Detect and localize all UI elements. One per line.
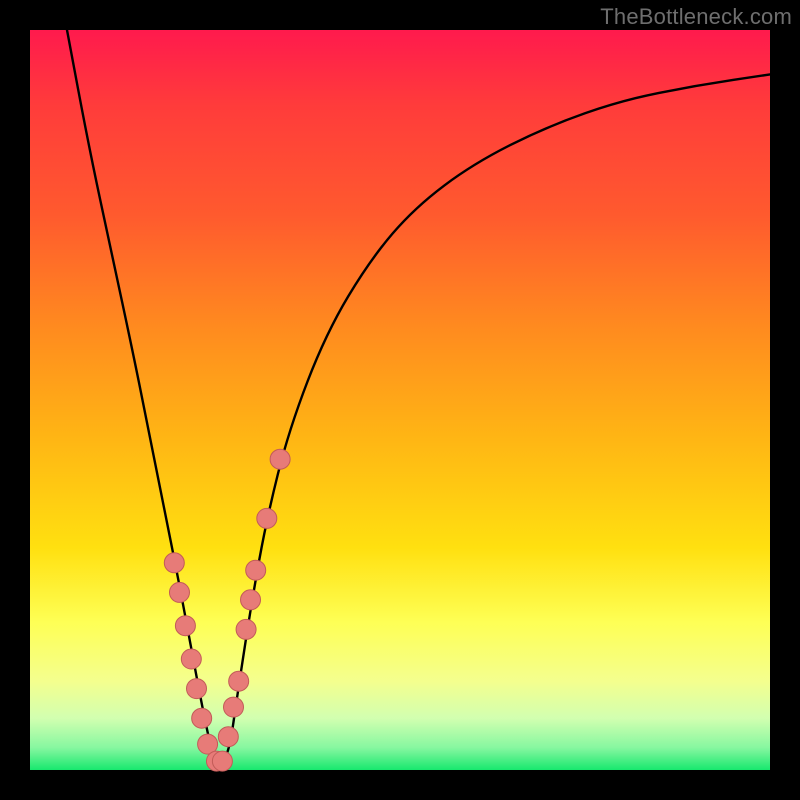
highlight-dot [236, 619, 256, 639]
highlight-dot [246, 560, 266, 580]
highlight-dot [181, 649, 201, 669]
watermark-text: TheBottleneck.com [600, 4, 792, 30]
highlight-dot [229, 671, 249, 691]
highlight-dot [175, 616, 195, 636]
highlight-dot [164, 553, 184, 573]
plot-area [30, 30, 770, 770]
highlight-dot [224, 697, 244, 717]
chart-frame: TheBottleneck.com [0, 0, 800, 800]
highlight-dot [187, 679, 207, 699]
highlight-dot [270, 449, 290, 469]
highlight-dot [241, 590, 261, 610]
highlight-dot [218, 727, 238, 747]
highlight-dot [192, 708, 212, 728]
highlight-dot [169, 582, 189, 602]
chart-svg [30, 30, 770, 770]
bottleneck-curve [67, 30, 770, 763]
highlight-dot [257, 508, 277, 528]
highlight-dot [212, 751, 232, 771]
